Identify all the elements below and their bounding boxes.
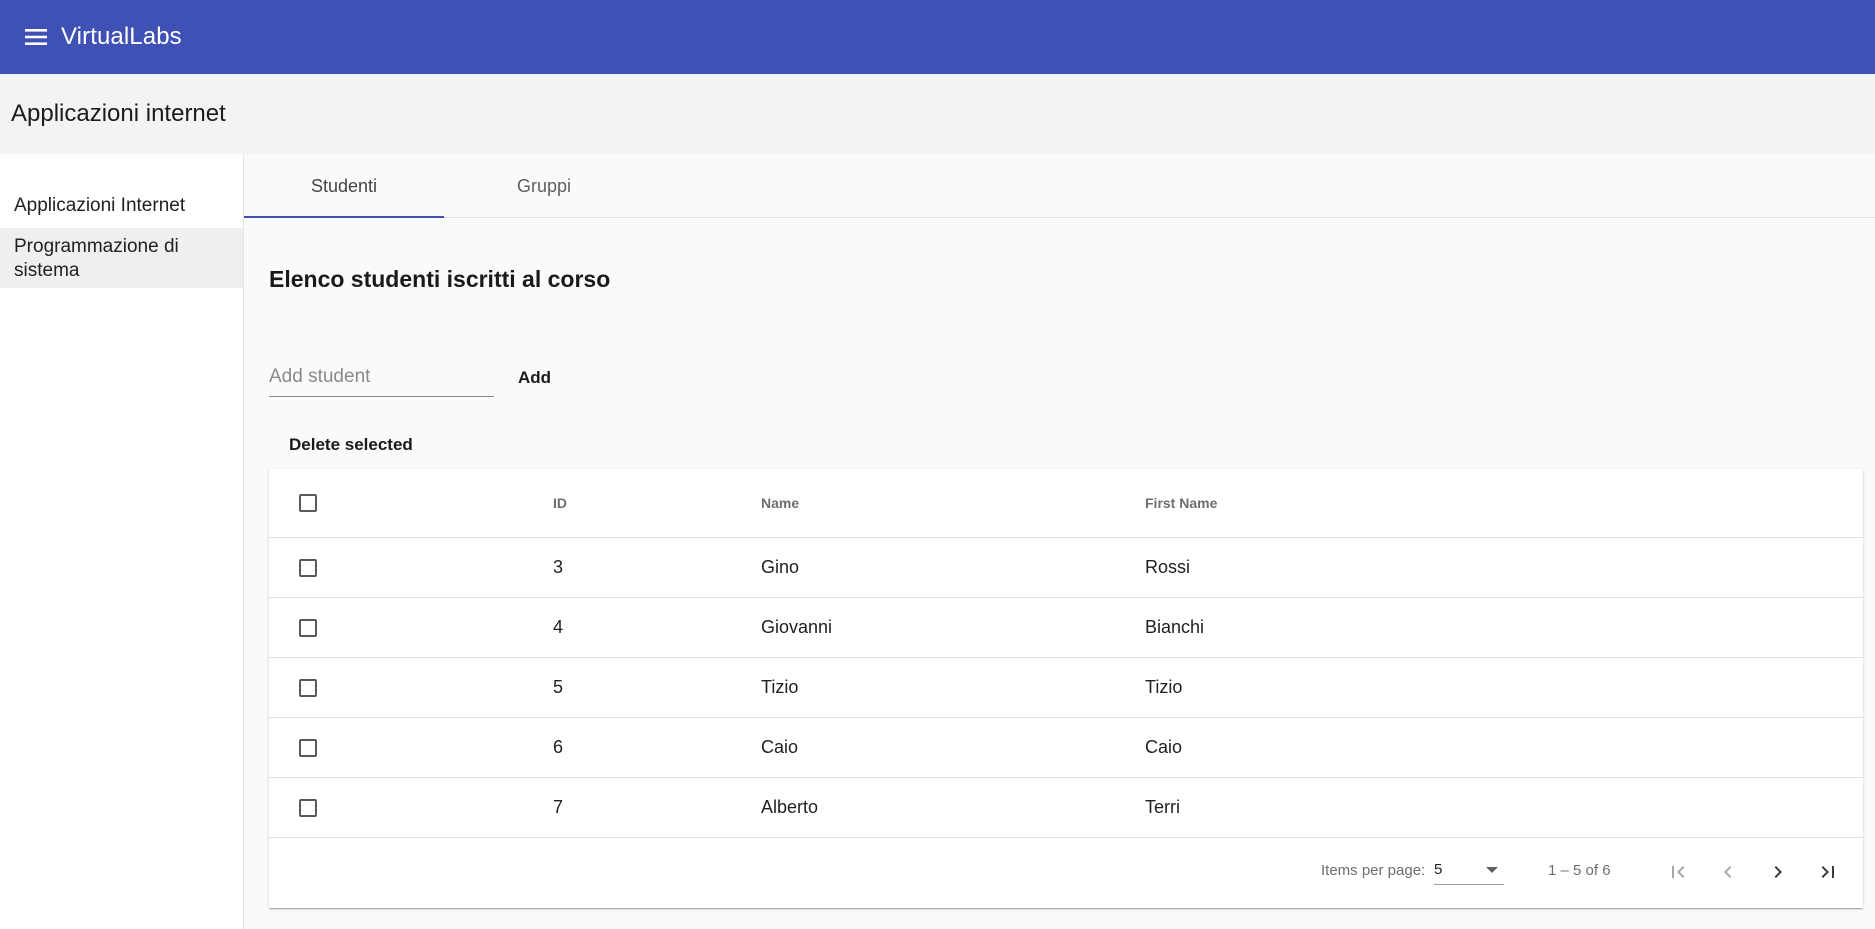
select-all-checkbox[interactable] bbox=[299, 494, 317, 512]
last-page-button[interactable] bbox=[1810, 854, 1846, 890]
sidebar: Applicazioni Internet Programmazione di … bbox=[0, 154, 244, 929]
previous-page-icon bbox=[1724, 866, 1732, 878]
first-page-button[interactable] bbox=[1660, 854, 1696, 890]
row-select-cell bbox=[299, 598, 317, 657]
row-select-cell bbox=[299, 538, 317, 597]
cell-name: Tizio bbox=[761, 677, 799, 697]
items-per-page-label: Items per page: bbox=[1321, 862, 1426, 879]
dropdown-caret-icon bbox=[1486, 867, 1498, 873]
table-row: 6 Caio Caio bbox=[269, 718, 1863, 778]
cell-id: 5 bbox=[553, 677, 564, 697]
cell-name: Caio bbox=[761, 737, 799, 757]
last-page-icon bbox=[1821, 866, 1834, 878]
page-range-label: 1 – 5 of 6 bbox=[1548, 862, 1611, 879]
cell-first-name: Bianchi bbox=[1145, 617, 1205, 637]
tab-gruppi[interactable]: Gruppi bbox=[444, 156, 644, 217]
column-header-id: ID bbox=[553, 495, 567, 511]
column-header-name: Name bbox=[761, 495, 800, 511]
page-size-select[interactable]: 5 bbox=[1434, 858, 1504, 885]
select-all-cell bbox=[299, 469, 317, 537]
page-size-value: 5 bbox=[1434, 861, 1443, 878]
cell-id: 4 bbox=[553, 617, 564, 637]
tab-studenti-label: Studenti bbox=[310, 176, 378, 196]
cell-id: 3 bbox=[553, 557, 564, 577]
cell-first-name: Caio bbox=[1145, 737, 1183, 757]
row-select-cell bbox=[299, 658, 317, 717]
next-page-icon bbox=[1774, 866, 1782, 878]
paginator: Items per page: 5 1 – 5 of 6 bbox=[269, 838, 1863, 908]
row-checkbox[interactable] bbox=[299, 798, 317, 817]
students-table: ID Name First Name 3 Gino Rossi 4 Giovan… bbox=[269, 469, 1863, 908]
menu-icon bbox=[25, 29, 47, 45]
course-header: Applicazioni internet bbox=[0, 74, 1875, 154]
table-row: 4 Giovanni Bianchi bbox=[269, 598, 1863, 658]
sidebar-item-applicazioni-internet[interactable]: Applicazioni Internet bbox=[0, 184, 243, 228]
cell-id: 6 bbox=[553, 737, 564, 757]
active-tab-indicator bbox=[244, 216, 444, 218]
tab-gruppi-label: Gruppi bbox=[516, 176, 572, 196]
cell-first-name: Terri bbox=[1145, 797, 1180, 817]
cell-name: Gino bbox=[761, 557, 800, 577]
row-checkbox[interactable] bbox=[299, 558, 317, 577]
next-page-button[interactable] bbox=[1760, 854, 1796, 890]
cell-name: Alberto bbox=[761, 797, 819, 817]
top-toolbar: VirtualLabs bbox=[0, 0, 1875, 74]
add-button[interactable]: Add bbox=[508, 360, 561, 396]
column-header-first-name: First Name bbox=[1145, 495, 1218, 511]
tab-studenti[interactable]: Studenti bbox=[244, 156, 444, 217]
table-row: 3 Gino Rossi bbox=[269, 538, 1863, 598]
row-checkbox[interactable] bbox=[299, 738, 317, 757]
add-student-input[interactable] bbox=[269, 362, 494, 392]
table-header-row: ID Name First Name bbox=[269, 469, 1863, 538]
delete-selected-button[interactable]: Delete selected bbox=[279, 427, 423, 463]
cell-first-name: Tizio bbox=[1145, 677, 1183, 697]
add-student-field bbox=[269, 362, 494, 397]
table-row: 5 Tizio Tizio bbox=[269, 658, 1863, 718]
first-page-icon bbox=[1672, 866, 1685, 878]
row-checkbox[interactable] bbox=[299, 618, 317, 637]
row-select-cell bbox=[299, 718, 317, 777]
table-row: 7 Alberto Terri bbox=[269, 778, 1863, 838]
course-title: Applicazioni internet bbox=[11, 100, 226, 127]
cell-first-name: Rossi bbox=[1145, 557, 1191, 577]
row-select-cell bbox=[299, 778, 317, 837]
sidebar-item-programmazione-di-sistema[interactable]: Programmazione di sistema bbox=[0, 228, 243, 288]
tab-bar: Studenti Gruppi bbox=[244, 156, 1875, 218]
cell-name: Giovanni bbox=[761, 617, 833, 637]
previous-page-button[interactable] bbox=[1710, 854, 1746, 890]
row-checkbox[interactable] bbox=[299, 678, 317, 697]
menu-button[interactable] bbox=[22, 23, 50, 51]
cell-id: 7 bbox=[553, 797, 564, 817]
app-title[interactable]: VirtualLabs bbox=[61, 23, 182, 51]
section-title: Elenco studenti iscritti al corso bbox=[269, 266, 611, 292]
